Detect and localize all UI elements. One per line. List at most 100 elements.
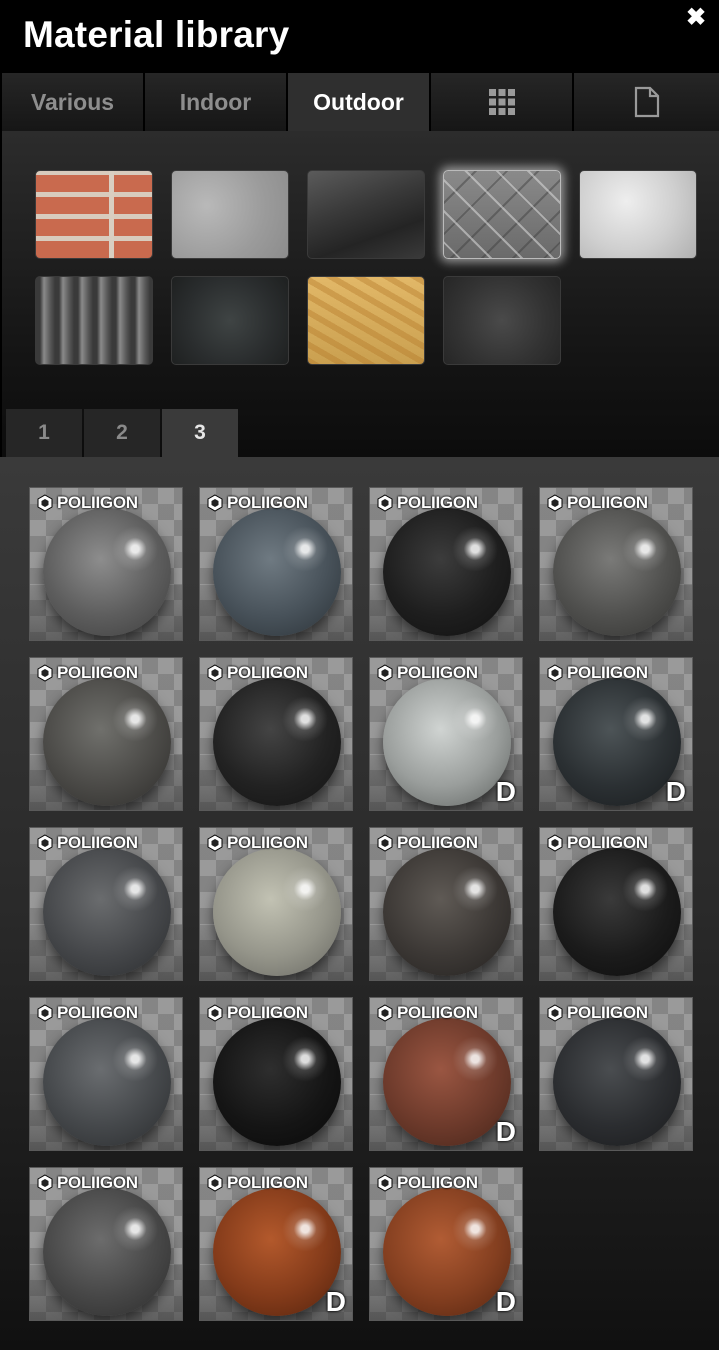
- poliigon-logo-icon: [207, 1174, 223, 1192]
- material-card[interactable]: POLIIGON D: [369, 657, 523, 811]
- material-card[interactable]: POLIIGON: [539, 827, 693, 981]
- close-icon[interactable]: ✖: [684, 6, 708, 30]
- poliigon-logo: POLIIGON: [206, 663, 308, 683]
- poliigon-logo-icon: [547, 494, 563, 512]
- material-sphere: [553, 1018, 681, 1146]
- poliigon-logo-text: POLIIGON: [227, 1173, 308, 1192]
- poliigon-logo-text: POLIIGON: [227, 663, 308, 682]
- poliigon-logo-icon: [37, 664, 53, 682]
- material-sphere: [383, 1188, 511, 1316]
- material-sphere: [383, 848, 511, 976]
- material-card[interactable]: POLIIGON: [199, 487, 353, 641]
- poliigon-logo-icon: [547, 1004, 563, 1022]
- grid-icon: [488, 89, 515, 115]
- poliigon-logo-icon: [377, 834, 393, 852]
- material-sphere: [383, 508, 511, 636]
- poliigon-logo-text: POLIIGON: [567, 493, 648, 512]
- poliigon-logo-icon: [37, 834, 53, 852]
- material-card[interactable]: POLIIGON: [199, 827, 353, 981]
- poliigon-logo-icon: [37, 1004, 53, 1022]
- tab-grid[interactable]: [431, 73, 574, 131]
- tab-document[interactable]: [574, 73, 719, 131]
- concrete-swatch[interactable]: [171, 170, 289, 259]
- poliigon-logo: POLIIGON: [546, 663, 648, 683]
- plaster-swatch[interactable]: [579, 170, 697, 259]
- poliigon-logo: POLIIGON: [376, 1173, 478, 1193]
- poliigon-logo-text: POLIIGON: [227, 1003, 308, 1022]
- material-card[interactable]: POLIIGON: [29, 657, 183, 811]
- material-card[interactable]: POLIIGON D: [369, 1167, 523, 1321]
- poliigon-logo-icon: [377, 494, 393, 512]
- material-card[interactable]: POLIIGON: [199, 657, 353, 811]
- material-sphere: [213, 508, 341, 636]
- poliigon-logo-icon: [377, 1174, 393, 1192]
- material-card[interactable]: POLIIGON: [29, 997, 183, 1151]
- poliigon-logo-text: POLIIGON: [397, 833, 478, 852]
- poliigon-logo-text: POLIIGON: [57, 493, 138, 512]
- poliigon-logo-text: POLIIGON: [397, 493, 478, 512]
- poliigon-logo-text: POLIIGON: [567, 663, 648, 682]
- poliigon-logo-icon: [377, 1004, 393, 1022]
- poliigon-logo-text: POLIIGON: [227, 833, 308, 852]
- poliigon-logo-text: POLIIGON: [397, 1003, 478, 1022]
- glass-swatch[interactable]: [307, 170, 425, 259]
- material-card[interactable]: POLIIGON: [369, 827, 523, 981]
- poliigon-logo: POLIIGON: [376, 1003, 478, 1023]
- material-sphere: [383, 1018, 511, 1146]
- material-card[interactable]: POLIIGON: [539, 997, 693, 1151]
- material-card[interactable]: POLIIGON: [369, 487, 523, 641]
- page-tabs: 1 2 3: [6, 409, 240, 457]
- download-badge: D: [325, 1286, 346, 1317]
- material-card[interactable]: POLIIGON: [29, 827, 183, 981]
- material-sphere: [43, 848, 171, 976]
- material-sphere: [43, 1188, 171, 1316]
- title-bar: Material library ✖: [0, 0, 719, 72]
- tab-outdoor[interactable]: Outdoor: [288, 73, 431, 131]
- poliigon-logo-text: POLIIGON: [57, 663, 138, 682]
- page-tab-3[interactable]: 3: [162, 409, 238, 457]
- poliigon-logo: POLIIGON: [546, 833, 648, 853]
- material-card[interactable]: POLIIGON: [199, 997, 353, 1151]
- poliigon-logo-icon: [207, 1004, 223, 1022]
- poliigon-logo: POLIIGON: [36, 493, 138, 513]
- brick-swatch[interactable]: [35, 170, 153, 259]
- page-tab-2[interactable]: 2: [84, 409, 160, 457]
- asphalt-swatch[interactable]: [443, 276, 561, 365]
- material-card[interactable]: POLIIGON: [29, 1167, 183, 1321]
- download-badge: D: [665, 776, 686, 807]
- material-sphere: [213, 1018, 341, 1146]
- poliigon-logo-text: POLIIGON: [397, 1173, 478, 1192]
- download-badge: D: [495, 1286, 516, 1317]
- poliigon-logo: POLIIGON: [206, 1173, 308, 1193]
- tab-indoor[interactable]: Indoor: [145, 73, 288, 131]
- poliigon-logo-text: POLIIGON: [567, 1003, 648, 1022]
- download-badge: D: [495, 776, 516, 807]
- material-sphere: [553, 678, 681, 806]
- page-tab-1[interactable]: 1: [6, 409, 82, 457]
- poliigon-logo: POLIIGON: [206, 1003, 308, 1023]
- material-card[interactable]: POLIIGON D: [539, 657, 693, 811]
- material-sphere: [43, 1018, 171, 1146]
- poliigon-logo-icon: [377, 664, 393, 682]
- poliigon-logo-text: POLIIGON: [57, 1003, 138, 1022]
- poliigon-logo-text: POLIIGON: [567, 833, 648, 852]
- poliigon-logo-icon: [207, 494, 223, 512]
- material-sphere: [43, 678, 171, 806]
- material-card[interactable]: POLIIGON D: [369, 997, 523, 1151]
- granite-swatch[interactable]: [171, 276, 289, 365]
- material-card[interactable]: POLIIGON: [29, 487, 183, 641]
- poliigon-logo-icon: [547, 834, 563, 852]
- material-sphere: [43, 508, 171, 636]
- roof-tiles-swatch[interactable]: [35, 276, 153, 365]
- window-title: Material library: [23, 14, 290, 55]
- material-sphere: [213, 848, 341, 976]
- material-card[interactable]: POLIIGON D: [199, 1167, 353, 1321]
- poliigon-logo-icon: [207, 664, 223, 682]
- material-sphere: [213, 1188, 341, 1316]
- material-card[interactable]: POLIIGON: [539, 487, 693, 641]
- download-badge: D: [495, 1116, 516, 1147]
- metal-tread-plate-swatch[interactable]: [443, 170, 561, 259]
- osb-wood-swatch[interactable]: [307, 276, 425, 365]
- poliigon-logo-icon: [37, 494, 53, 512]
- tab-various[interactable]: Various: [2, 73, 145, 131]
